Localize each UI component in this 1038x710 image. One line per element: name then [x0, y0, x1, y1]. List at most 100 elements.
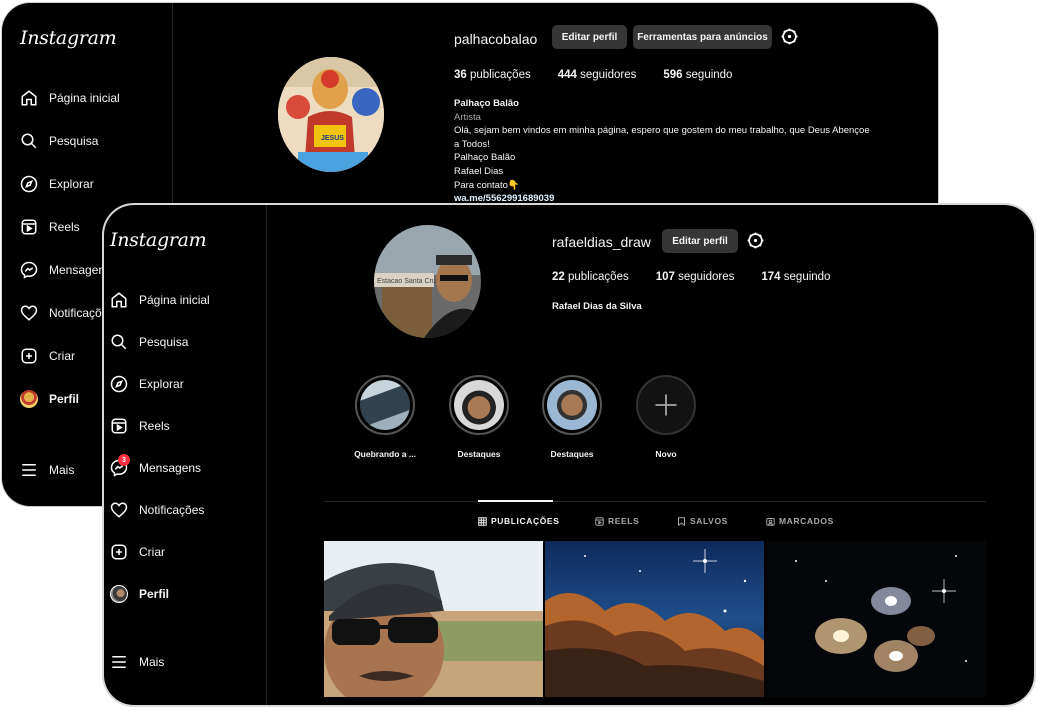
active-tab-indicator	[478, 500, 553, 502]
sidebar-divider	[266, 205, 267, 705]
highlight-thumbnail	[547, 380, 597, 430]
highlight-item[interactable]: Quebrando a ...	[340, 375, 430, 459]
post-thumbnail[interactable]	[766, 541, 986, 697]
sidebar-item-search[interactable]: Pesquisa	[20, 132, 98, 150]
following-count[interactable]: 174 seguindo	[761, 271, 830, 283]
instagram-logo[interactable]: Instagram	[110, 229, 207, 251]
sidebar-item-more[interactable]: Mais	[20, 461, 74, 479]
highlight-thumbnail	[360, 380, 410, 430]
sidebar-item-create[interactable]: Criar	[20, 347, 75, 365]
sidebar-item-notifications[interactable]: Notificações	[20, 304, 114, 322]
sidebar-item-home[interactable]: Página inicial	[110, 291, 210, 309]
bio-name: Rafael Dias da Silva	[552, 301, 642, 312]
compass-icon	[110, 375, 128, 393]
sidebar-item-notifications[interactable]: Notificações	[110, 501, 204, 519]
following-count[interactable]: 596 seguindo	[663, 69, 732, 81]
sidebar-item-label: Criar	[49, 349, 75, 363]
bookmark-icon	[678, 516, 685, 526]
highlight-thumbnail	[454, 380, 504, 430]
sidebar-item-explore[interactable]: Explorar	[20, 175, 94, 193]
sidebar-item-label: Reels	[139, 419, 170, 433]
tab-label: REELS	[608, 516, 640, 526]
bio-line: Olá, sejam bem vindos em minha página, e…	[454, 125, 870, 137]
highlight-label: Novo	[655, 449, 677, 459]
tab-salvos[interactable]: SALVOS	[677, 516, 728, 526]
edit-profile-button[interactable]: Editar perfil	[552, 25, 627, 49]
sidebar-item-reels[interactable]: Reels	[20, 218, 80, 236]
post-image-galaxies	[766, 541, 986, 697]
posts-count[interactable]: 36 publicações	[454, 69, 531, 81]
profile-stats: 22 publicações 107 seguidores 174 seguin…	[552, 271, 830, 283]
messages-badge: 3	[118, 454, 130, 466]
highlight-label: Quebrando a ...	[354, 449, 416, 459]
tab-marcados[interactable]: MARCADOS	[766, 516, 834, 526]
highlight-item[interactable]: Destaques	[527, 375, 617, 459]
profile-picture[interactable]: JESUS	[278, 57, 384, 172]
avatar	[20, 390, 38, 408]
sidebar-item-label: Pesquisa	[49, 134, 99, 148]
tab-label: MARCADOS	[779, 516, 834, 526]
sidebar-item-label: Criar	[139, 545, 165, 559]
tab-publicacoes[interactable]: PUBLICAÇÕES	[478, 516, 559, 526]
sidebar-item-label: Explorar	[49, 177, 94, 191]
sidebar-item-label: Explorar	[139, 377, 184, 391]
sidebar-item-more[interactable]: Mais	[110, 653, 164, 671]
compass-icon	[20, 175, 38, 193]
highlight-ring	[355, 375, 415, 435]
instagram-logo[interactable]: Instagram	[20, 27, 117, 49]
sidebar-item-profile[interactable]: Perfil	[110, 585, 169, 603]
post-image-nebula	[545, 541, 764, 697]
profile-picture[interactable]: Estacao Santa Cruz	[374, 225, 481, 338]
edit-profile-button[interactable]: Editar perfil	[662, 229, 738, 253]
front-instagram-window: Instagram Página inicial Pesquisa Explor…	[104, 205, 1034, 705]
bio-line: Palhaço Balão	[454, 152, 516, 164]
highlight-label: Destaques	[550, 449, 594, 459]
sidebar-item-search[interactable]: Pesquisa	[110, 333, 188, 351]
profile-stats: 36 publicações 444 seguidores 596 seguin…	[454, 69, 732, 81]
followers-count[interactable]: 107 seguidores	[656, 271, 735, 283]
post-image-selfie	[324, 541, 543, 697]
sidebar-item-profile[interactable]: Perfil	[20, 390, 79, 408]
sidebar-item-label: Mais	[49, 463, 75, 477]
home-icon	[111, 292, 127, 308]
bio-link[interactable]: wa.me/5562991689039	[454, 192, 894, 206]
tab-label: SALVOS	[690, 516, 728, 526]
new-highlight-button[interactable]: Novo	[621, 375, 711, 459]
profile-bio: Palhaço Balão Artista Olá, sejam bem vin…	[454, 97, 894, 206]
reels-icon	[595, 516, 604, 526]
grid-icon	[478, 516, 487, 526]
post-thumbnail[interactable]	[324, 541, 543, 697]
sidebar-item-explore[interactable]: Explorar	[110, 375, 184, 393]
bio-line: Para contato👇	[454, 179, 520, 191]
clown-photo: JESUS	[278, 57, 384, 172]
sidebar-item-label: Perfil	[139, 587, 170, 601]
highlight-item[interactable]: Destaques	[434, 375, 524, 459]
profile-bio: Rafael Dias da Silva	[552, 300, 992, 314]
menu-icon	[22, 464, 36, 476]
tab-label: PUBLICAÇÕES	[491, 516, 560, 526]
followers-count[interactable]: 444 seguidores	[558, 69, 637, 81]
sidebar-item-label: Página inicial	[139, 293, 210, 307]
highlight-ring	[542, 375, 602, 435]
sidebar-item-home[interactable]: Página inicial	[20, 89, 120, 107]
plus-icon	[655, 394, 677, 416]
heart-icon	[20, 305, 38, 321]
highlight-ring	[636, 375, 696, 435]
sidebar-item-label: Mensagens	[139, 461, 202, 475]
bio-name: Palhaço Balão	[454, 98, 519, 109]
bio-line: a Todos!	[454, 138, 490, 150]
tab-reels[interactable]: REELS	[595, 516, 639, 526]
sidebar-item-messages[interactable]: Mensagens	[20, 261, 111, 279]
post-thumbnail[interactable]	[545, 541, 764, 697]
sidebar-item-create[interactable]: Criar	[110, 543, 165, 561]
avatar	[110, 585, 128, 603]
sidebar-item-label: Pesquisa	[139, 335, 189, 349]
messenger-icon	[20, 261, 38, 279]
ad-tools-button[interactable]: Ferramentas para anúncios	[633, 25, 772, 49]
sidebar-item-label: Notificações	[139, 503, 205, 517]
sidebar-item-reels[interactable]: Reels	[110, 417, 170, 435]
settings-gear-icon[interactable]	[746, 231, 765, 250]
settings-gear-icon[interactable]	[780, 27, 799, 46]
svg-text:Estacao Santa Cruz: Estacao Santa Cruz	[377, 278, 440, 285]
posts-count[interactable]: 22 publicações	[552, 271, 629, 283]
